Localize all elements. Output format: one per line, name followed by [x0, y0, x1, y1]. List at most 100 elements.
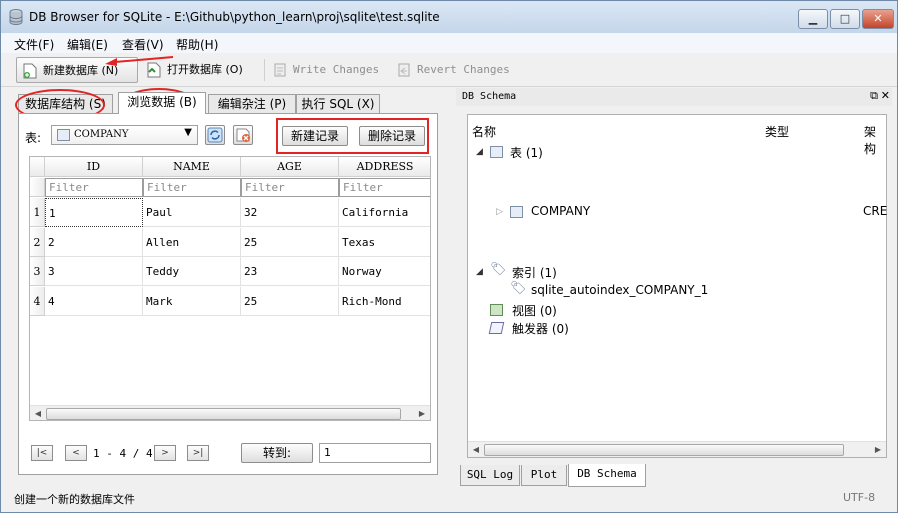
- revert-changes-button[interactable]: Revert Changes: [391, 57, 513, 83]
- write-changes-button[interactable]: Write Changes: [267, 57, 385, 83]
- column-header-name[interactable]: 名称: [472, 123, 496, 140]
- last-page-button[interactable]: >|: [187, 445, 209, 461]
- column-header-address[interactable]: ADDRESS: [339, 157, 430, 177]
- table-cell[interactable]: 1: [45, 198, 143, 227]
- tree-node-indexes[interactable]: 索引 (1): [512, 264, 557, 281]
- menu-view[interactable]: 查看(V): [122, 36, 164, 53]
- column-header-id[interactable]: ID: [45, 157, 143, 177]
- close-icon[interactable]: ✕: [881, 89, 890, 102]
- table-icon: [57, 129, 70, 141]
- table-cell[interactable]: 25: [241, 287, 339, 316]
- goto-button[interactable]: 转到:: [241, 443, 313, 463]
- main-window: DB Browser for SQLite - E:\Github\python…: [0, 0, 898, 513]
- tree-node-tables[interactable]: 表 (1): [510, 144, 543, 161]
- table-cell[interactable]: Mark: [143, 287, 241, 316]
- menu-bar: 文件(F) 编辑(E) 查看(V) 帮助(H): [1, 33, 897, 53]
- row-number[interactable]: 2: [30, 228, 45, 257]
- refresh-icon: [207, 127, 223, 143]
- table-cell[interactable]: Texas: [339, 228, 430, 257]
- tag-icon: 🏷: [510, 281, 527, 296]
- tag-icon: 🏷: [490, 262, 507, 277]
- table-cell[interactable]: 2: [45, 228, 143, 257]
- tree-node-triggers[interactable]: 触发器 (0): [512, 320, 569, 337]
- expanded-arrow-icon[interactable]: ◢: [476, 147, 483, 157]
- column-header-name[interactable]: NAME: [143, 157, 241, 177]
- float-icon[interactable]: ⧉: [870, 89, 878, 103]
- encoding-indicator: UTF-8: [843, 491, 876, 504]
- table-icon: [510, 206, 523, 218]
- menu-file[interactable]: 文件(F): [14, 36, 54, 53]
- menu-help[interactable]: 帮助(H): [176, 36, 218, 53]
- tab-db-schema[interactable]: DB Schema: [568, 464, 646, 487]
- data-grid: ID NAME AGE ADDRESS Filter Filter Filter…: [29, 156, 431, 421]
- table-cell[interactable]: 3: [45, 257, 143, 286]
- row-number[interactable]: 4: [30, 287, 45, 316]
- menu-edit[interactable]: 编辑(E): [67, 36, 108, 53]
- table-cell[interactable]: Teddy: [143, 257, 241, 286]
- scroll-left-icon[interactable]: ◀: [468, 442, 484, 458]
- scroll-right-icon[interactable]: ▶: [870, 442, 886, 458]
- window-title: DB Browser for SQLite - E:\Github\python…: [29, 10, 440, 24]
- tree-node-autoindex[interactable]: sqlite_autoindex_COMPANY_1: [531, 283, 708, 297]
- scrollbar-thumb[interactable]: [484, 444, 844, 456]
- write-changes-label: Write Changes: [293, 63, 380, 76]
- table-cell[interactable]: Allen: [143, 228, 241, 257]
- table-cell[interactable]: Paul: [143, 198, 241, 227]
- trigger-icon: [488, 322, 505, 334]
- scroll-right-icon[interactable]: ▶: [414, 406, 430, 420]
- goto-input[interactable]: 1: [319, 443, 431, 463]
- scroll-left-icon[interactable]: ◀: [30, 406, 46, 420]
- row-number[interactable]: 3: [30, 257, 45, 286]
- next-page-button[interactable]: >: [154, 445, 176, 461]
- table-cell[interactable]: Rich-Mond: [339, 287, 430, 316]
- refresh-button[interactable]: [205, 125, 225, 145]
- row-number[interactable]: 1: [30, 198, 45, 227]
- clear-filter-icon: [236, 128, 250, 142]
- table-label: 表:: [25, 131, 42, 145]
- schema-dock-header: DB Schema ⧉ ✕: [456, 88, 892, 106]
- table-cell[interactable]: Norway: [339, 257, 430, 286]
- minimize-button[interactable]: ▁: [798, 9, 828, 29]
- tab-sql-log[interactable]: SQL Log: [460, 465, 520, 486]
- company-schema-value: CRE: [863, 204, 888, 218]
- prev-page-button[interactable]: <: [65, 445, 87, 461]
- tree-node-views[interactable]: 视图 (0): [512, 302, 557, 319]
- status-bar: 创建一个新的数据库文件 UTF-8: [1, 488, 897, 512]
- filter-input-age[interactable]: Filter: [241, 178, 339, 197]
- table-cell[interactable]: 32: [241, 198, 339, 227]
- tab-browse-data[interactable]: 浏览数据 (B): [118, 92, 206, 114]
- revert-icon: [398, 63, 410, 77]
- column-header-schema[interactable]: 架构: [864, 123, 886, 157]
- toolbar-separator: [264, 59, 265, 81]
- close-button[interactable]: ✕: [862, 9, 894, 29]
- chevron-down-icon: ▼: [184, 127, 192, 138]
- filter-input-address[interactable]: Filter: [339, 178, 430, 197]
- collapsed-arrow-icon[interactable]: ▷: [496, 207, 503, 217]
- scrollbar-thumb[interactable]: [46, 408, 401, 420]
- tree-node-company[interactable]: COMPANY: [531, 204, 590, 218]
- table-cell[interactable]: 4: [45, 287, 143, 316]
- horizontal-scrollbar[interactable]: ◀ ▶: [30, 405, 430, 420]
- table-select[interactable]: COMPANY ▼: [51, 125, 198, 145]
- view-icon: [490, 304, 503, 316]
- filter-row-header: [30, 178, 45, 197]
- horizontal-scrollbar[interactable]: ◀ ▶: [468, 441, 886, 457]
- filter-input-id[interactable]: Filter: [45, 178, 143, 197]
- table-cell[interactable]: 25: [241, 228, 339, 257]
- revert-changes-label: Revert Changes: [417, 63, 510, 76]
- tab-edit-pragmas[interactable]: 编辑杂注 (P): [208, 94, 296, 114]
- tab-plot[interactable]: Plot: [521, 465, 567, 486]
- column-header-type[interactable]: 类型: [765, 123, 789, 140]
- clear-filters-button[interactable]: [233, 125, 253, 145]
- column-header-age[interactable]: AGE: [241, 157, 339, 177]
- record-range: 1 - 4 / 4: [93, 447, 153, 460]
- status-text: 创建一个新的数据库文件: [14, 493, 135, 506]
- expanded-arrow-icon[interactable]: ◢: [476, 267, 483, 277]
- table-cell[interactable]: California: [339, 198, 430, 227]
- table-cell[interactable]: 23: [241, 257, 339, 286]
- filter-input-name[interactable]: Filter: [143, 178, 241, 197]
- first-page-button[interactable]: |<: [31, 445, 53, 461]
- maximize-button[interactable]: □: [830, 9, 860, 29]
- open-database-label: 打开数据库 (O): [167, 63, 243, 76]
- tab-execute-sql[interactable]: 执行 SQL (X): [296, 94, 380, 114]
